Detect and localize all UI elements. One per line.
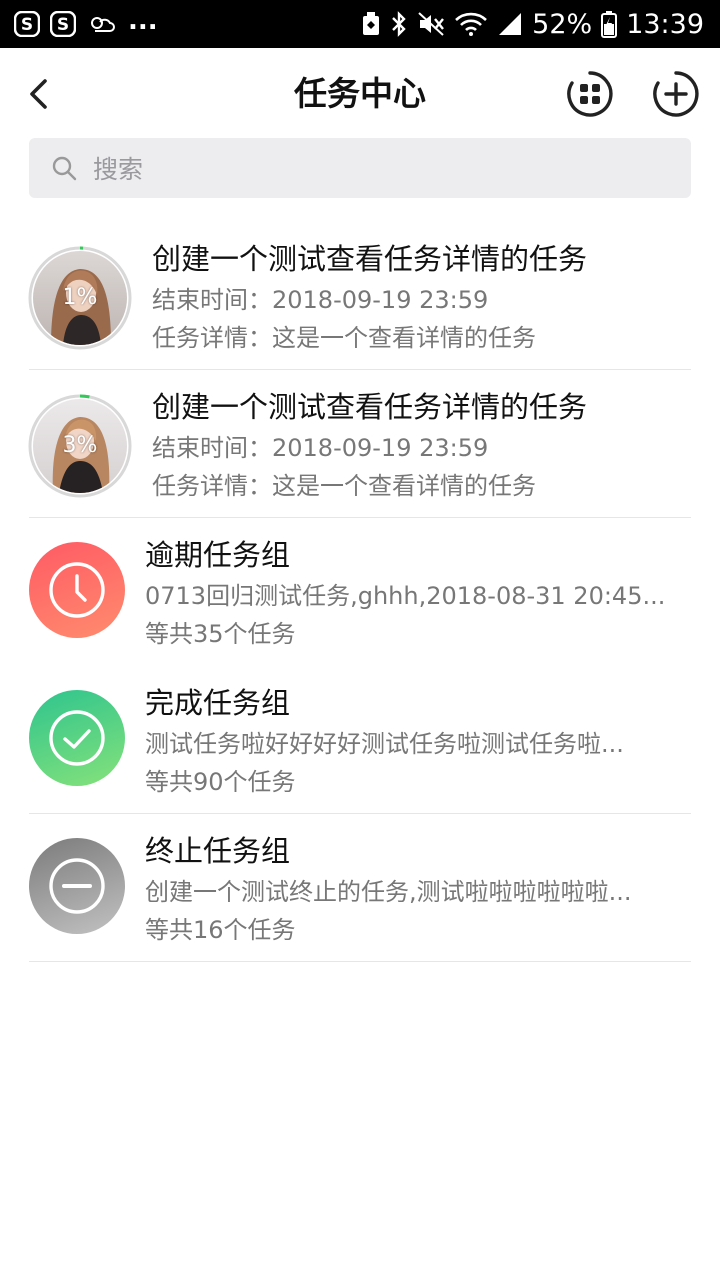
clock-icon [49, 562, 105, 618]
status-bar-right: 52% 13:39 [361, 0, 704, 48]
task-title: 创建一个测试查看任务详情的任务 [152, 242, 588, 276]
group-title: 逾期任务组 [145, 538, 291, 572]
task-menu-button[interactable] [566, 70, 614, 118]
progress-percent: 1% [62, 285, 98, 310]
group-count: 等共16个任务 [145, 916, 296, 944]
check-icon [49, 710, 105, 766]
group-item-overdue[interactable]: 逾期任务组 0713回归测试任务,ghhh,2018-08-31 20:45..… [0, 518, 720, 666]
chevron-left-icon [30, 79, 47, 109]
plus-circle-icon [653, 71, 699, 117]
battery-icon [601, 10, 618, 38]
task-end-time: 结束时间：2018-09-19 23:59 [152, 286, 489, 314]
weather-icon [86, 11, 116, 37]
battery-percent: 52% [532, 8, 593, 40]
group-count: 等共35个任务 [145, 620, 296, 648]
sogou-s-icon: S [50, 11, 76, 37]
mute-icon [417, 11, 445, 37]
task-text: 创建一个测试查看任务详情的任务 结束时间：2018-09-19 23:59 任务… [152, 238, 692, 356]
group-preview: 0713回归测试任务,ghhh,2018-08-31 20:45... [145, 582, 666, 610]
task-progress-avatar: 3% [28, 394, 132, 498]
task-detail: 任务详情：这是一个查看详情的任务 [152, 472, 536, 500]
status-bar-left: S S ... [14, 0, 158, 48]
signal-icon [497, 11, 523, 37]
sogou-s-icon: S [14, 11, 40, 37]
search-icon [51, 154, 79, 182]
group-item-terminated[interactable]: 终止任务组 创建一个测试终止的任务,测试啦啦啦啦啦啦... 等共16个任务 [0, 814, 720, 962]
status-bar: S S ... 52% 13:39 [0, 0, 720, 48]
group-text: 逾期任务组 0713回归测试任务,ghhh,2018-08-31 20:45..… [145, 534, 690, 652]
group-title: 完成任务组 [145, 686, 291, 720]
overdue-group-badge [29, 542, 125, 638]
group-count: 等共90个任务 [145, 768, 296, 796]
clock-time: 13:39 [626, 8, 704, 40]
task-end-time: 结束时间：2018-09-19 23:59 [152, 434, 489, 462]
status-overflow: ... [128, 6, 158, 36]
task-title: 创建一个测试查看任务详情的任务 [152, 390, 588, 424]
group-item-completed[interactable]: 完成任务组 测试任务啦好好好好测试任务啦测试任务啦... 等共90个任务 [0, 666, 720, 814]
progress-percent: 3% [62, 433, 98, 458]
group-title: 终止任务组 [145, 834, 291, 868]
task-list: 1% 创建一个测试查看任务详情的任务 结束时间：2018-09-19 23:59… [0, 222, 720, 962]
terminated-group-badge [29, 838, 125, 934]
search-bar[interactable]: 搜索 [29, 138, 691, 198]
group-preview: 测试任务啦好好好好测试任务啦测试任务啦... [145, 730, 624, 758]
group-text: 终止任务组 创建一个测试终止的任务,测试啦啦啦啦啦啦... 等共16个任务 [145, 830, 690, 948]
group-preview: 创建一个测试终止的任务,测试啦啦啦啦啦啦... [145, 878, 632, 906]
svg-text:S: S [21, 15, 33, 35]
minus-icon [49, 858, 105, 914]
back-button[interactable] [18, 72, 58, 116]
group-text: 完成任务组 测试任务啦好好好好测试任务啦测试任务啦... 等共90个任务 [145, 682, 690, 800]
navigation-bar: 任务中心 [0, 48, 720, 138]
wifi-icon [454, 11, 488, 37]
task-item[interactable]: 3% 创建一个测试查看任务详情的任务 结束时间：2018-09-19 23:59… [0, 370, 720, 518]
task-item[interactable]: 1% 创建一个测试查看任务详情的任务 结束时间：2018-09-19 23:59… [0, 222, 720, 370]
task-text: 创建一个测试查看任务详情的任务 结束时间：2018-09-19 23:59 任务… [152, 386, 692, 504]
search-input[interactable]: 搜索 [93, 150, 143, 186]
bluetooth-icon [390, 10, 408, 38]
task-detail: 任务详情：这是一个查看详情的任务 [152, 324, 536, 352]
task-progress-avatar: 1% [28, 246, 132, 350]
add-task-button[interactable] [652, 70, 700, 118]
divider [29, 961, 691, 962]
cleanup-icon [361, 11, 381, 37]
grid-circle-icon [567, 71, 613, 117]
svg-text:S: S [57, 15, 69, 35]
completed-group-badge [29, 690, 125, 786]
